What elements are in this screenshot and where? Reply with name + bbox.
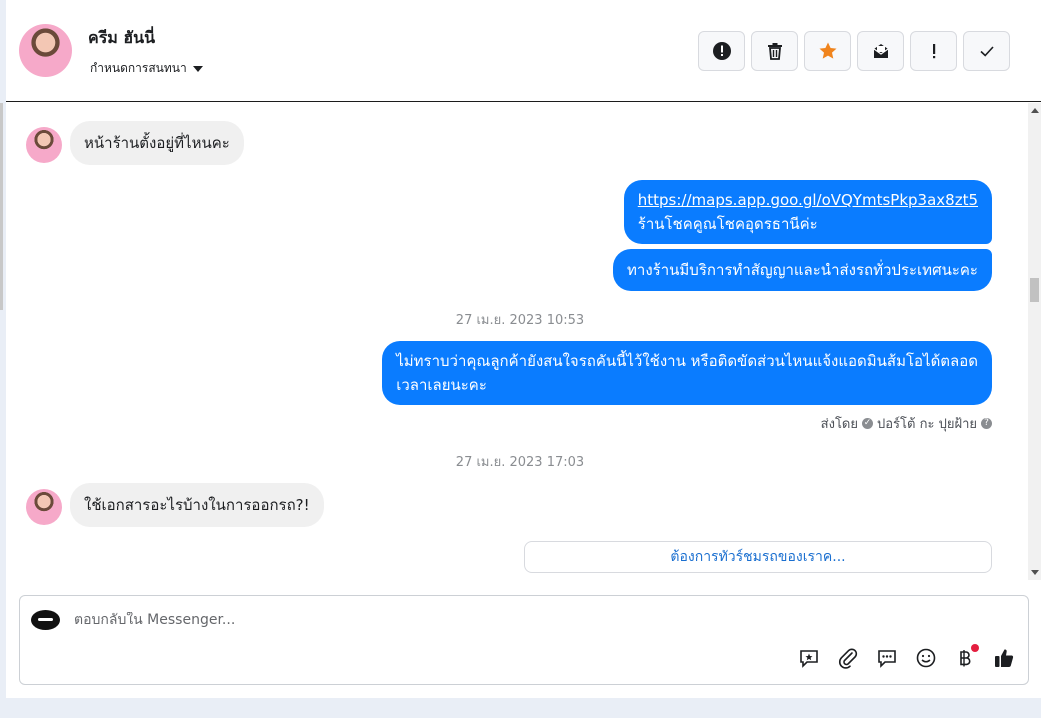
scroll-up-arrow-icon[interactable] bbox=[1031, 108, 1039, 113]
maps-link[interactable]: https://maps.app.goo.gl/oVQYmtsPkp3ax8zt… bbox=[638, 191, 978, 209]
contact-avatar[interactable] bbox=[19, 24, 72, 77]
inbox-conversation-panel: ครีม ฮันนี่ กำหนดการสนทนา หน้าร้านตั้งอย… bbox=[0, 0, 1041, 698]
notification-dot bbox=[971, 644, 979, 652]
reply-composer bbox=[19, 595, 1029, 685]
attach-button[interactable] bbox=[836, 646, 860, 670]
outgoing-message: ไม่ทราบว่าคุณลูกค้ายังสนใจรถคันนี้ไว้ใช้… bbox=[382, 341, 992, 405]
paperclip-icon bbox=[839, 648, 858, 669]
mark-unread-button[interactable] bbox=[857, 31, 904, 71]
incoming-message: หน้าร้านตั้งอยู่ที่ไหนคะ bbox=[70, 121, 244, 165]
contact-avatar-small bbox=[26, 127, 62, 163]
conversation-header: ครีม ฮันนี่ กำหนดการสนทนา bbox=[6, 0, 1041, 102]
scrollbar-thumb[interactable] bbox=[1030, 278, 1039, 302]
important-button[interactable] bbox=[910, 31, 957, 71]
outgoing-message: ทางร้านมีบริการทำสัญญาและนำส่งรถทั่วประเ… bbox=[613, 249, 992, 291]
thumbs-up-icon bbox=[995, 649, 1014, 667]
trash-icon bbox=[767, 43, 782, 60]
report-button[interactable] bbox=[698, 31, 745, 71]
star-button[interactable] bbox=[804, 31, 851, 71]
sent-by-info: ส่งโดย ✓ ปอร์โต้ กะ ปุยฝ้าย ? bbox=[821, 413, 992, 434]
star-icon bbox=[819, 42, 836, 59]
incoming-message: ใช้เอกสารอะไรบ้างในการออกรถ?! bbox=[70, 483, 324, 527]
sent-by-label: ส่งโดย bbox=[820, 417, 858, 432]
chat-bubble-icon bbox=[878, 650, 896, 668]
left-scroll-edge bbox=[0, 103, 3, 310]
envelope-icon bbox=[873, 44, 888, 58]
delete-button[interactable] bbox=[751, 31, 798, 71]
composer-tools bbox=[797, 644, 1016, 670]
saved-reply-icon bbox=[800, 650, 818, 668]
check-circle-icon: ✓ bbox=[862, 418, 873, 429]
contact-avatar-small bbox=[26, 489, 62, 525]
thread-scrollbar[interactable] bbox=[1028, 103, 1041, 580]
assign-conversation-dropdown[interactable]: กำหนดการสนทนา bbox=[90, 59, 203, 78]
scroll-down-arrow-icon[interactable] bbox=[1031, 570, 1039, 575]
caret-down-icon bbox=[192, 65, 203, 72]
contact-name[interactable]: ครีม ฮันนี่ bbox=[88, 26, 155, 51]
alert-circle-icon bbox=[712, 42, 731, 60]
check-icon bbox=[979, 46, 994, 57]
done-button[interactable] bbox=[963, 31, 1010, 71]
message-line: ไม่ทราบว่าคุณลูกค้ายังสนใจรถคันนี้ไว้ใช้… bbox=[396, 352, 978, 370]
smiley-icon bbox=[916, 648, 936, 668]
assign-label: กำหนดการสนทนา bbox=[90, 61, 187, 75]
message-line: เวลาเลยนะคะ bbox=[396, 376, 487, 394]
chat-options-button[interactable] bbox=[875, 646, 899, 670]
message-text: ร้านโชคคูณโชคอุดรธานีค่ะ bbox=[637, 215, 818, 233]
emoji-button[interactable] bbox=[914, 646, 938, 670]
timestamp: 27 เม.ย. 2023 10:53 bbox=[455, 313, 585, 328]
message-thread: หน้าร้านตั้งอยู่ที่ไหนคะ https://maps.ap… bbox=[6, 103, 1028, 580]
header-actions bbox=[698, 31, 1010, 71]
outgoing-message: https://maps.app.goo.gl/oVQYmtsPkp3ax8zt… bbox=[623, 180, 992, 244]
like-button[interactable] bbox=[992, 646, 1016, 670]
help-icon[interactable]: ? bbox=[981, 418, 992, 429]
reply-input[interactable] bbox=[74, 612, 974, 628]
sent-by-name[interactable]: ปอร์โต้ กะ ปุยฝ้าย bbox=[877, 413, 977, 434]
payment-button[interactable] bbox=[953, 644, 979, 670]
timestamp: 27 เม.ย. 2023 17:03 bbox=[455, 455, 585, 470]
saved-replies-button[interactable] bbox=[797, 646, 821, 670]
exclamation-icon bbox=[932, 44, 935, 59]
suggested-reply-button[interactable]: ต้องการทัวร์ชมรถของเราค... bbox=[524, 541, 992, 573]
page-logo-icon bbox=[31, 610, 60, 630]
